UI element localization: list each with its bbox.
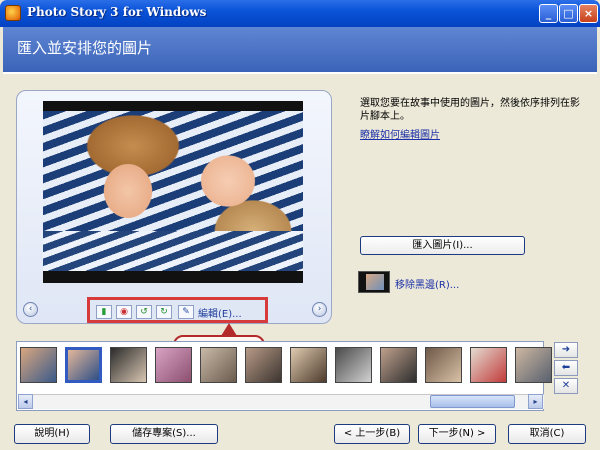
page-title: 匯入並安排您的圖片 <box>17 39 153 57</box>
filmstrip-thumbnail[interactable] <box>425 347 462 383</box>
scroll-left-button[interactable]: ◂ <box>18 394 33 409</box>
maximize-button[interactable]: □ <box>559 4 578 23</box>
scroll-right-button[interactable]: ▸ <box>528 394 543 409</box>
filmstrip-thumbnail[interactable] <box>380 347 417 383</box>
red-eye-icon[interactable]: ◉ <box>116 305 132 319</box>
photo-image-lower <box>43 231 303 271</box>
next-button[interactable]: 下一步(N) > <box>418 424 496 444</box>
filmstrip-thumbnail[interactable] <box>200 347 237 383</box>
remove-black-borders-link[interactable]: 移除黑邊(R)... <box>395 276 459 291</box>
edit-button[interactable]: 編輯(E)... <box>198 305 242 320</box>
edit-icon[interactable]: ✎ <box>178 305 194 319</box>
page-header: 匯入並安排您的圖片 <box>3 27 597 72</box>
help-button[interactable]: 說明(H) <box>14 424 90 444</box>
filmstrip-thumbnail[interactable] <box>65 347 102 383</box>
filmstrip-thumbnail[interactable] <box>20 347 57 383</box>
filmstrip-thumbnail[interactable] <box>470 347 507 383</box>
preview-photo <box>43 101 303 283</box>
previous-picture-button[interactable]: ‹ <box>23 302 38 317</box>
delete-picture-button[interactable]: ✕ <box>554 378 578 394</box>
cancel-button[interactable]: 取消(C) <box>508 424 586 444</box>
window-title: Photo Story 3 for Windows <box>27 5 207 19</box>
move-right-button[interactable]: ➜ <box>554 342 578 358</box>
instructions-text: 選取您要在故事中使用的圖片，然後依序排列在影片腳本上。 <box>360 98 580 122</box>
filmstrip-thumbnail[interactable] <box>155 347 192 383</box>
import-pictures-button[interactable]: 匯入圖片(I)... <box>360 236 525 255</box>
next-picture-button[interactable]: › <box>312 302 327 317</box>
title-bar: Photo Story 3 for Windows _ □ × <box>0 0 600 27</box>
filmstrip-thumbnail[interactable] <box>290 347 327 383</box>
scroll-thumb[interactable] <box>430 395 515 408</box>
save-project-button[interactable]: 儲存專案(S)... <box>110 424 218 444</box>
auto-levels-icon[interactable]: ▮ <box>96 305 112 319</box>
rotate-left-icon[interactable]: ↺ <box>136 305 152 319</box>
remove-border-icon[interactable] <box>358 271 390 293</box>
remove-border-icon-image <box>366 274 384 290</box>
filmstrip-thumbnail[interactable] <box>515 347 552 383</box>
rotate-right-icon[interactable]: ↻ <box>156 305 172 319</box>
filmstrip-thumbnail[interactable] <box>335 347 372 383</box>
move-left-button[interactable]: ⬅ <box>554 360 578 376</box>
app-icon <box>5 5 21 21</box>
edit-help-link[interactable]: 瞭解如何編輯圖片 <box>360 126 440 141</box>
minimize-button[interactable]: _ <box>539 4 558 23</box>
filmstrip-thumbnail[interactable] <box>245 347 282 383</box>
close-button[interactable]: × <box>579 4 598 23</box>
edit-toolbar: ▮ ◉ ↺ ↻ ✎ 編輯(E)... <box>87 297 268 323</box>
back-button[interactable]: < 上一步(B) <box>334 424 410 444</box>
filmstrip-thumbnail[interactable] <box>110 347 147 383</box>
